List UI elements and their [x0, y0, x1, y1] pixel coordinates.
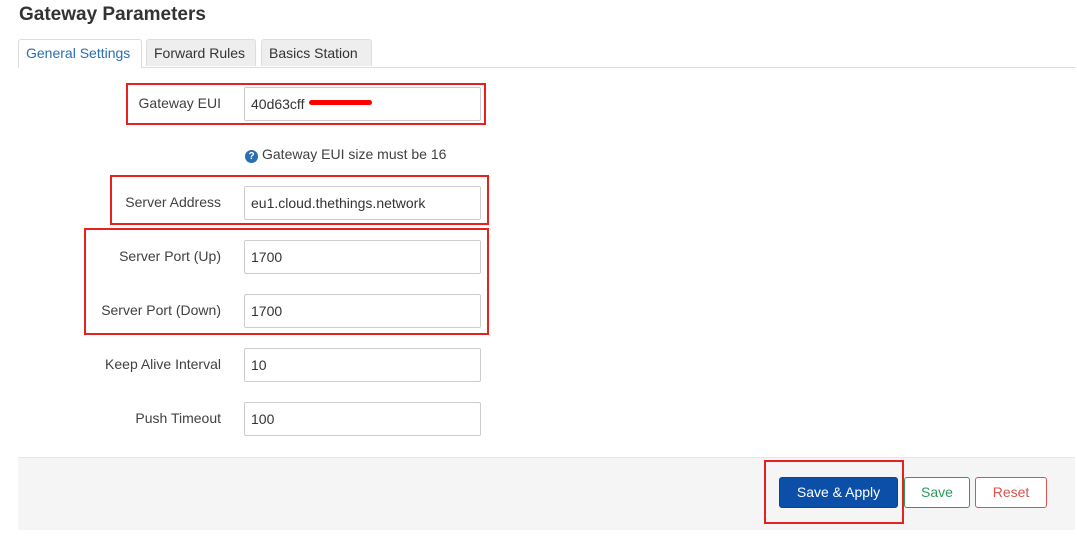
server-port-down-input[interactable]: 1700 [244, 294, 481, 328]
gateway-eui-hint-text: Gateway EUI size must be 16 [262, 146, 447, 162]
gateway-parameters-page: Gateway Parameters General Settings Forw… [0, 0, 1077, 539]
reset-button[interactable]: Reset [975, 477, 1047, 508]
keep-alive-interval-label: Keep Alive Interval [105, 356, 221, 372]
gateway-eui-hint: ? Gateway EUI size must be 16 [245, 146, 446, 163]
push-timeout-input[interactable]: 100 [244, 402, 481, 436]
tab-forward-rules[interactable]: Forward Rules [146, 39, 256, 66]
push-timeout-label: Push Timeout [135, 410, 221, 426]
tab-bar: General Settings Forward Rules Basics St… [18, 39, 1075, 68]
gateway-eui-label: Gateway EUI [138, 95, 221, 111]
page-title: Gateway Parameters [19, 4, 206, 25]
server-port-up-label: Server Port (Up) [119, 248, 221, 264]
server-port-up-input[interactable]: 1700 [244, 240, 481, 274]
question-circle-icon: ? [245, 150, 258, 163]
server-port-down-label: Server Port (Down) [101, 302, 221, 318]
tab-general-settings[interactable]: General Settings [18, 39, 142, 68]
redaction-mark [309, 100, 372, 105]
save-button[interactable]: Save [904, 477, 970, 508]
keep-alive-interval-input[interactable]: 10 [244, 348, 481, 382]
server-address-input[interactable]: eu1.cloud.thethings.network [244, 186, 481, 220]
save-apply-button[interactable]: Save & Apply [779, 477, 898, 508]
tab-basics-station[interactable]: Basics Station [261, 39, 372, 66]
server-address-label: Server Address [125, 194, 221, 210]
